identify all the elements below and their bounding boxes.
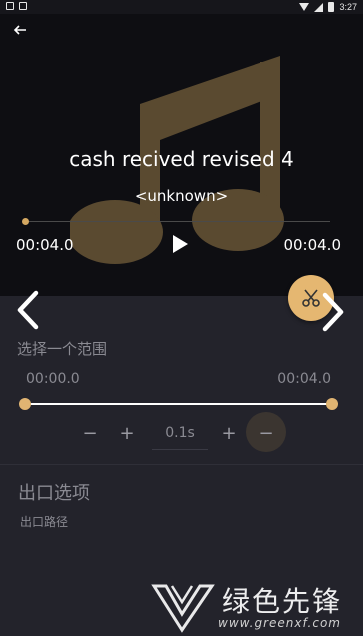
battery-icon xyxy=(328,2,335,12)
end-decrement-button[interactable]: − xyxy=(256,423,276,444)
range-start-time: 00:00.0 xyxy=(26,371,80,387)
range-end-handle[interactable] xyxy=(326,398,338,410)
range-slider-track[interactable] xyxy=(25,403,332,405)
step-controls: − + 0.1s + − xyxy=(0,413,363,453)
status-bar-notifications xyxy=(6,2,27,10)
next-button[interactable] xyxy=(317,291,347,333)
watermark-logo xyxy=(151,584,215,633)
playback-progress-knob[interactable] xyxy=(22,218,29,225)
notification-icon xyxy=(19,2,27,10)
range-start-handle[interactable] xyxy=(19,398,31,410)
export-options-title: 出口选项 xyxy=(18,483,90,504)
start-increment-button[interactable]: + xyxy=(117,423,137,444)
signal-icon xyxy=(314,2,324,12)
section-divider xyxy=(0,464,363,465)
end-increment-button[interactable]: + xyxy=(219,423,239,444)
start-decrement-button[interactable]: − xyxy=(80,423,100,444)
play-button[interactable] xyxy=(170,234,190,254)
watermark-url: www.greenxf.com xyxy=(218,616,341,630)
track-title: cash recived revised 4 xyxy=(69,147,294,171)
current-time: 00:04.0 xyxy=(16,236,74,254)
status-bar: 3:27 xyxy=(0,0,363,14)
player-panel: cash recived revised 4 <unknown> 00:04.0… xyxy=(0,14,363,296)
chevron-right-icon xyxy=(322,292,344,332)
previous-button[interactable] xyxy=(12,289,44,331)
wifi-icon xyxy=(299,3,310,11)
export-path-label[interactable]: 出口路径 xyxy=(20,513,68,530)
back-button[interactable] xyxy=(10,20,30,40)
range-label: 选择一个范围 xyxy=(17,340,108,358)
watermark: 绿色先锋 www.greenxf.com xyxy=(150,578,360,634)
chevron-left-icon xyxy=(17,290,39,330)
notification-icon xyxy=(6,2,14,10)
track-artist: <unknown> xyxy=(134,187,229,205)
status-time: 3:27 xyxy=(339,2,357,12)
status-bar-system: 3:27 xyxy=(299,2,357,12)
arrow-left-icon xyxy=(13,25,26,35)
watermark-text: 绿色先锋 xyxy=(222,585,343,618)
range-end-time: 00:04.0 xyxy=(277,371,331,387)
total-time: 00:04.0 xyxy=(283,236,341,254)
playback-progress-track[interactable] xyxy=(25,221,330,222)
step-size-value[interactable]: 0.1s xyxy=(152,423,208,450)
play-icon xyxy=(173,235,188,253)
